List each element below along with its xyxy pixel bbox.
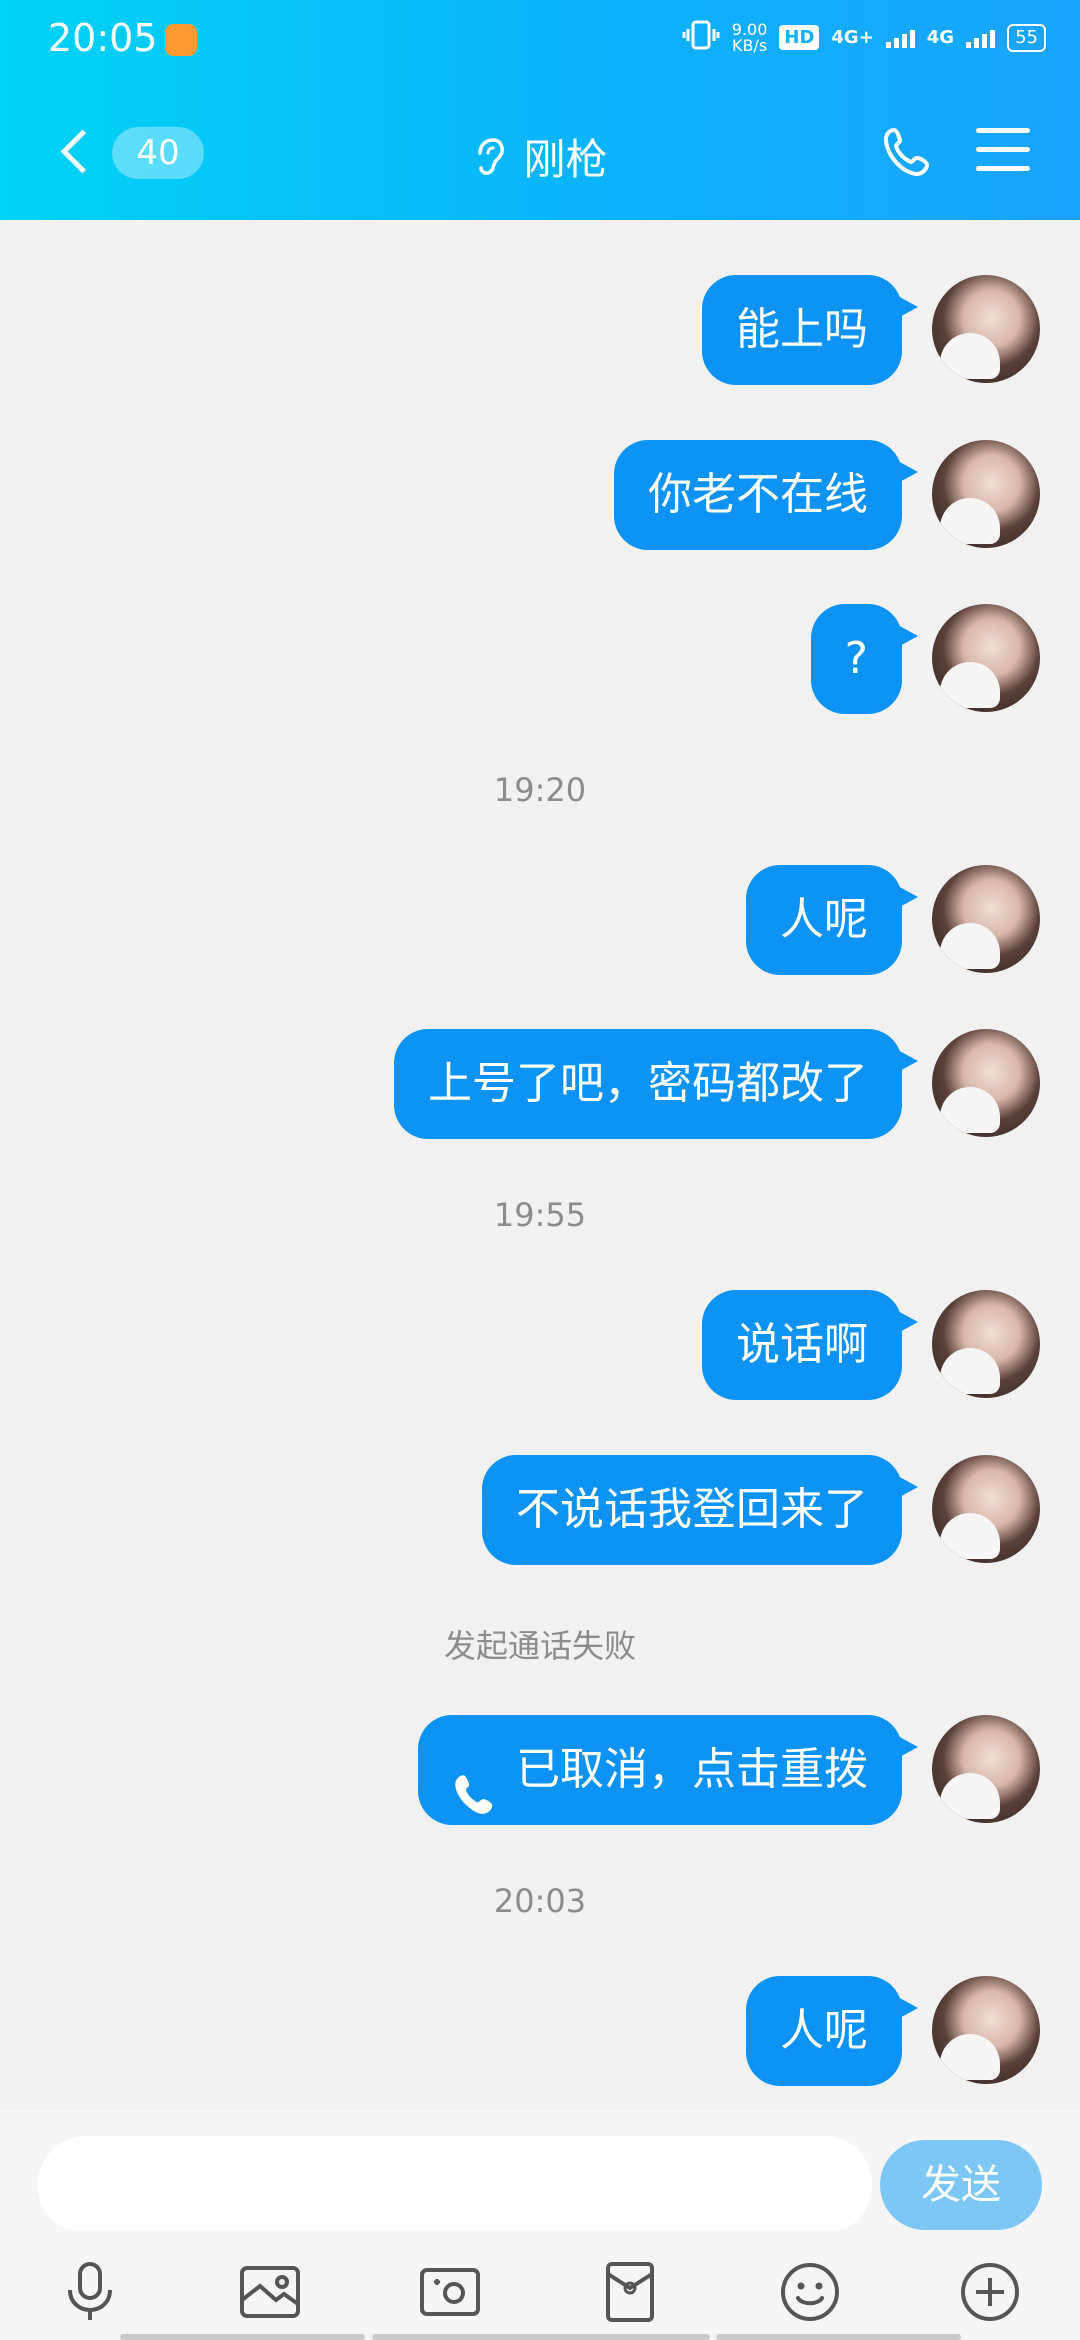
message-row: 人呢 xyxy=(0,1976,1080,2086)
menu-line-icon xyxy=(976,128,1030,133)
input-bar: 发送 xyxy=(0,2110,1080,2234)
network-speed: 9.00 KB/s xyxy=(731,21,768,55)
avatar[interactable] xyxy=(932,1715,1040,1823)
message-row: 你老不在线 xyxy=(0,440,1080,550)
message-bubble[interactable]: 能上吗 xyxy=(702,275,918,385)
call-bubble-text: 已取消，点击重拨 xyxy=(516,1744,868,1795)
message-row: 已取消，点击重拨 xyxy=(0,1715,1080,1825)
timestamp: 19:55 xyxy=(493,1196,587,1234)
phone-icon xyxy=(884,128,929,176)
gesture-indicator xyxy=(716,2334,961,2340)
gesture-indicator xyxy=(120,2334,365,2340)
message-bubble[interactable]: 人呢 xyxy=(746,865,918,975)
vibrate-icon xyxy=(682,20,720,55)
avatar[interactable] xyxy=(932,1976,1040,2084)
hd-badge: HD xyxy=(779,25,820,50)
gesture-indicator xyxy=(372,2334,710,2340)
avatar[interactable] xyxy=(932,1290,1040,1398)
message-input[interactable] xyxy=(38,2136,872,2234)
message-bubble[interactable]: 不说话我登回来了 xyxy=(482,1455,918,1565)
call-bubble[interactable]: 已取消，点击重拨 xyxy=(418,1715,918,1825)
message-bubble[interactable]: 人呢 xyxy=(746,1976,918,2086)
menu-line-icon xyxy=(976,166,1030,171)
input-toolbar xyxy=(0,2230,1080,2340)
message-row: 上号了吧，密码都改了 xyxy=(0,1029,1080,1139)
avatar[interactable] xyxy=(932,440,1040,548)
emoji-icon[interactable] xyxy=(778,2260,842,2324)
network-4g: 4G xyxy=(926,27,955,48)
timestamp: 19:20 xyxy=(493,771,587,809)
message-bubble[interactable]: 说话啊 xyxy=(702,1290,918,1400)
avatar[interactable] xyxy=(932,604,1040,712)
menu-line-icon xyxy=(976,147,1030,152)
message-list[interactable]: 能上吗 你老不在线 ? 19:20 人呢 上号了吧，密码都改了 19:55 说话… xyxy=(0,220,1080,2110)
message-row: 能上吗 xyxy=(0,275,1080,385)
ear-icon xyxy=(472,135,506,179)
microphone-icon[interactable] xyxy=(58,2260,122,2324)
phone-icon xyxy=(452,1749,498,1814)
signal-bars-2-icon xyxy=(966,28,996,48)
chat-header: 20:05 9.00 KB/s HD 4G+ 4G 55 40 刚枪 xyxy=(0,0,1080,220)
message-bubble[interactable]: 上号了吧，密码都改了 xyxy=(394,1029,918,1139)
plus-icon[interactable] xyxy=(958,2260,1022,2324)
message-row: 人呢 xyxy=(0,865,1080,975)
avatar[interactable] xyxy=(932,1455,1040,1563)
status-bar: 20:05 9.00 KB/s HD 4G+ 4G 55 xyxy=(0,0,1080,80)
signal-bars-1-icon xyxy=(885,28,915,48)
red-packet-icon[interactable] xyxy=(598,2260,662,2324)
message-bubble[interactable]: 你老不在线 xyxy=(614,440,918,550)
nav-bar: 40 刚枪 xyxy=(0,110,1080,200)
status-right: 9.00 KB/s HD 4G+ 4G 55 xyxy=(682,20,1046,55)
system-notice: 发起通话失败 xyxy=(443,1627,636,1665)
voice-call-button[interactable] xyxy=(880,124,936,180)
battery-level: 55 xyxy=(1007,23,1046,52)
network-4g-plus: 4G+ xyxy=(831,27,874,48)
message-row: ? xyxy=(0,604,1080,714)
app-notification-icon xyxy=(165,24,197,56)
send-button[interactable]: 发送 xyxy=(880,2140,1042,2230)
status-time: 20:05 xyxy=(48,16,158,60)
message-bubble[interactable]: ? xyxy=(810,604,919,714)
avatar[interactable] xyxy=(932,865,1040,973)
timestamp: 20:03 xyxy=(493,1882,587,1920)
chat-title: 刚枪 xyxy=(523,135,608,184)
camera-icon[interactable] xyxy=(418,2260,482,2324)
menu-button[interactable] xyxy=(976,128,1030,176)
message-row: 说话啊 xyxy=(0,1290,1080,1400)
image-icon[interactable] xyxy=(238,2260,302,2324)
speed-unit: KB/s xyxy=(731,35,768,55)
avatar[interactable] xyxy=(932,275,1040,383)
avatar[interactable] xyxy=(932,1029,1040,1137)
message-row: 不说话我登回来了 xyxy=(0,1455,1080,1565)
